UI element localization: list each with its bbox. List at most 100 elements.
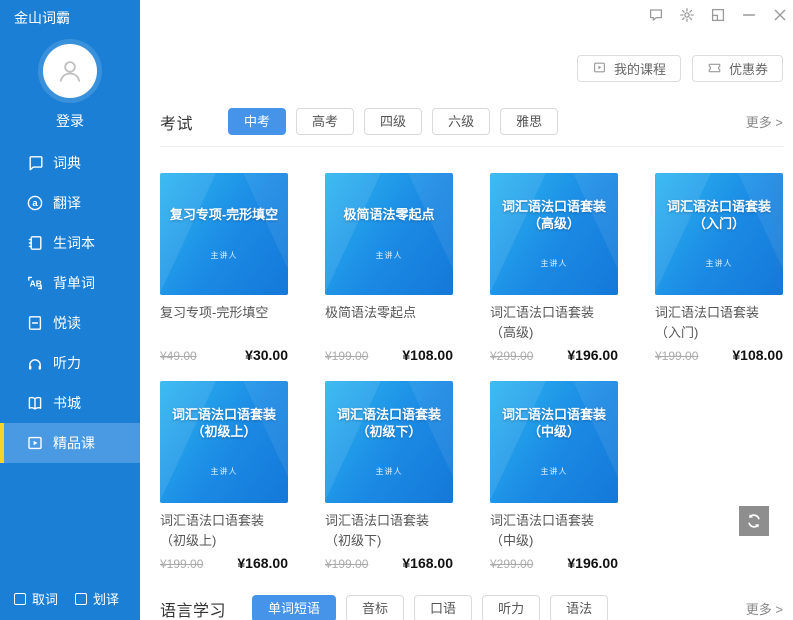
course-card[interactable]: 极简语法零起点主讲人极简语法零起点¥199.00¥108.00 — [325, 173, 453, 363]
avatar[interactable] — [43, 44, 97, 98]
language-tab[interactable]: 音标 — [346, 595, 404, 620]
current-price: ¥108.00 — [402, 347, 453, 363]
sidebar-footer: 取词划译 — [14, 589, 119, 608]
old-price: ¥199.00 — [325, 557, 368, 571]
price-row: ¥199.00¥168.00 — [160, 555, 288, 571]
current-price: ¥196.00 — [567, 555, 618, 571]
refresh-button[interactable] — [739, 506, 769, 536]
course-card[interactable]: 词汇语法口语套装（初级上）主讲人词汇语法口语套装（初级上) ¥199.00¥168… — [160, 381, 288, 571]
exam-tab[interactable]: 六级 — [432, 108, 490, 135]
course-card[interactable]: 复习专项-完形填空主讲人复习专项-完形填空¥49.00¥30.00 — [160, 173, 288, 363]
close-icon[interactable] — [772, 7, 788, 23]
sidebar-item-wordbook[interactable]: 生词本 — [0, 223, 140, 263]
thumbnail-title: 词汇语法口语套装（高级） — [490, 199, 618, 233]
language-tab[interactable]: 语法 — [550, 595, 608, 620]
divider — [160, 146, 783, 147]
refresh-icon — [745, 512, 763, 530]
button-label: 我的课程 — [614, 59, 666, 78]
course-thumbnail[interactable]: 极简语法零起点主讲人 — [325, 173, 453, 295]
language-tab[interactable]: 听力 — [482, 595, 540, 620]
exam-tab[interactable]: 中考 — [228, 108, 286, 135]
course-card[interactable]: 词汇语法口语套装（入门）主讲人词汇语法口语套装（入门)¥199.00¥108.0… — [655, 173, 783, 363]
language-more-link[interactable]: 更多 > — [746, 599, 783, 618]
exam-more-link[interactable]: 更多 > — [746, 112, 783, 131]
sidebar-item-label: 翻译 — [53, 193, 81, 213]
courses-icon — [26, 434, 44, 452]
thumbnail-subtitle: 主讲人 — [376, 466, 403, 477]
sidebar-item-courses[interactable]: 精品课 — [0, 423, 140, 463]
thumbnail-subtitle: 主讲人 — [541, 466, 568, 477]
minimize-icon[interactable] — [741, 7, 757, 23]
sidebar-item-memorize[interactable]: AB 背单词 — [0, 263, 140, 303]
course-thumbnail[interactable]: 词汇语法口语套装（高级）主讲人 — [490, 173, 618, 295]
thumbnail-title: 复习专项-完形填空 — [165, 207, 283, 224]
main-content: 我的课程优惠券 考试 中考高考四级六级雅思 更多 > 复习专项-完形填空主讲人复… — [140, 0, 793, 620]
thumbnail-title: 极简语法零起点 — [338, 207, 439, 224]
thumbnail-title: 词汇语法口语套装（中级） — [490, 407, 618, 441]
sidebar-item-label: 词典 — [53, 153, 81, 173]
old-price: ¥299.00 — [490, 349, 533, 363]
old-price: ¥199.00 — [160, 557, 203, 571]
my-courses-button[interactable]: 我的课程 — [577, 55, 681, 82]
sidebar-item-label: 背单词 — [53, 273, 95, 293]
thumbnail-title: 词汇语法口语套装（初级下） — [325, 407, 453, 441]
dictionary-icon — [26, 154, 44, 172]
course-thumbnail[interactable]: 词汇语法口语套装（中级） 主讲人 — [490, 381, 618, 503]
course-title: 复习专项-完形填空 — [160, 303, 288, 343]
highlight-translate-checkbox[interactable] — [75, 593, 87, 605]
login-button[interactable]: 登录 — [0, 111, 140, 131]
course-thumbnail[interactable]: 词汇语法口语套装（入门） 主讲人 — [655, 173, 783, 295]
sidebar-item-bookstore[interactable]: 书城 — [0, 383, 140, 423]
settings-icon[interactable] — [679, 7, 695, 23]
sidebar-item-label: 书城 — [53, 393, 81, 413]
course-title: 词汇语法口语套装（初级下) — [325, 511, 453, 551]
old-price: ¥199.00 — [325, 349, 368, 363]
price-row: ¥49.00¥30.00 — [160, 347, 288, 363]
course-title: 词汇语法口语套装（中级) — [490, 511, 618, 551]
course-card[interactable]: 词汇语法口语套装（高级）主讲人词汇语法口语套装（高级)¥299.00¥196.0… — [490, 173, 618, 363]
thumbnail-subtitle: 主讲人 — [376, 250, 403, 261]
course-title: 极简语法零起点 — [325, 303, 453, 343]
sidebar-item-label: 悦读 — [53, 313, 81, 333]
price-row: ¥299.00¥196.00 — [490, 347, 618, 363]
course-thumbnail[interactable]: 词汇语法口语套装（初级下） 主讲人 — [325, 381, 453, 503]
course-card[interactable]: 词汇语法口语套装（初级下）主讲人词汇语法口语套装（初级下)¥199.00¥168… — [325, 381, 453, 571]
button-label: 优惠券 — [729, 59, 768, 78]
app-window: 金山词霸 登录 词典a翻译生词本AB背单词悦读听力书城精品课 取词划译 我的课程… — [0, 0, 793, 620]
course-card[interactable]: 词汇语法口语套装（中级） 主讲人词汇语法口语套装（中级) ¥299.00 ¥196.0… — [490, 381, 618, 571]
sidebar-item-translate[interactable]: a翻译 — [0, 183, 140, 223]
titlebar-icons — [648, 7, 788, 23]
price-row: ¥299.00 ¥196.00 — [490, 555, 618, 571]
course-title: 词汇语法口语套装（初级上) — [160, 511, 288, 551]
exam-tab[interactable]: 雅思 — [500, 108, 558, 135]
mini-window-icon[interactable] — [710, 7, 726, 23]
thumbnail-subtitle: 主讲人 — [706, 258, 733, 269]
old-price: ¥299.00 — [490, 557, 533, 571]
language-tab[interactable]: 口语 — [414, 595, 472, 620]
user-icon — [55, 56, 85, 86]
exam-tabs: 中考高考四级六级雅思 — [228, 108, 558, 135]
coupons-button[interactable]: 优惠券 — [692, 55, 783, 82]
feedback-icon[interactable] — [648, 7, 664, 23]
capture-word-toggle[interactable]: 取词 — [14, 589, 58, 608]
highlight-translate-toggle[interactable]: 划译 — [75, 589, 119, 608]
thumbnail-title: 词汇语法口语套装（入门） — [655, 199, 783, 233]
course-thumbnail[interactable]: 词汇语法口语套装（初级上）主讲人 — [160, 381, 288, 503]
exam-tab[interactable]: 高考 — [296, 108, 354, 135]
listening-icon — [26, 354, 44, 372]
sidebar-item-reading[interactable]: 悦读 — [0, 303, 140, 343]
course-thumbnail[interactable]: 复习专项-完形填空主讲人 — [160, 173, 288, 295]
exam-tab[interactable]: 四级 — [364, 108, 422, 135]
language-tab[interactable]: 单词短语 — [252, 595, 336, 620]
exam-section-head: 考试 中考高考四级六级雅思 更多 > — [160, 108, 783, 135]
language-section-head: 语言学习 单词短语音标口语听力语法 更多 > — [160, 595, 783, 620]
svg-text:AB: AB — [30, 279, 42, 289]
wordbook-icon — [26, 234, 44, 252]
app-title: 金山词霸 — [0, 0, 140, 28]
course-title: 词汇语法口语套装（入门) — [655, 303, 783, 343]
language-section: 语言学习 单词短语音标口语听力语法 更多 > — [160, 595, 783, 620]
sidebar-item-dictionary[interactable]: 词典 — [0, 143, 140, 183]
capture-word-checkbox[interactable] — [14, 593, 26, 605]
bookstore-icon — [26, 394, 44, 412]
sidebar-item-listening[interactable]: 听力 — [0, 343, 140, 383]
